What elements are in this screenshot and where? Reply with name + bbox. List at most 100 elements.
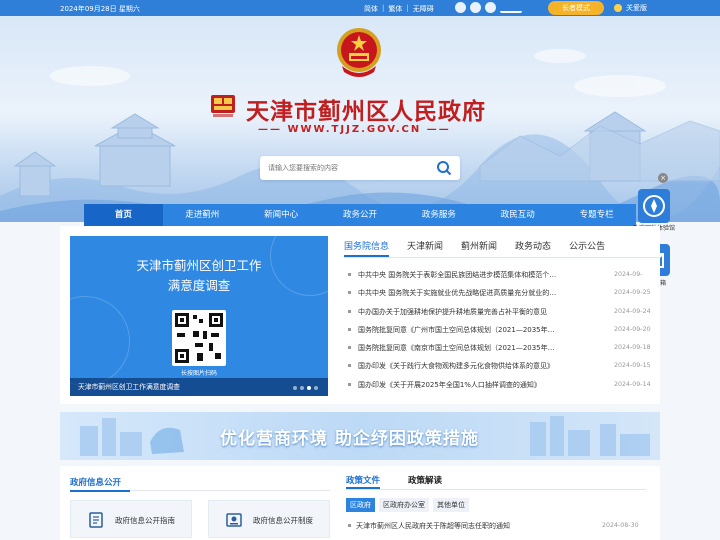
qr-tip: 长按图片扫码: [180, 370, 217, 377]
card-label: 政府信息公开指南: [115, 516, 175, 525]
list-item[interactable]: 中共中央 国务院关于实施就业优先战略促进高质量充分就业的… 2024-09-25: [344, 284, 660, 302]
badge-icon: [226, 513, 242, 527]
bullet: [348, 346, 351, 350]
info-disclosure-title[interactable]: 政府信息公开: [70, 476, 121, 488]
main-content: 天津市蓟州区创卫工作 满意度调查 长按图片扫码 天津市蓟州区创卫工作满意度调查: [60, 226, 660, 404]
list-item[interactable]: 国办印发《关于践行大食物观构建多元化食物供给体系的意见》 2024-09-15: [344, 357, 660, 375]
news-title[interactable]: 中共中央 国务院关于表彰全国民族团结进步模范集体和模范个…: [358, 270, 588, 280]
policy-subtabs: 区政府 区政府办公室 其他单位: [346, 498, 646, 512]
site-title: 天津市蓟州区人民政府: [246, 98, 486, 125]
tab-tianjin-news[interactable]: 天津新闻: [407, 236, 443, 257]
news-date: 2024-09-: [614, 271, 643, 278]
news-title[interactable]: 国务院批复同意《广州市国土空间总体规划（2021—2035年…: [358, 325, 588, 335]
qr-code-icon: [175, 313, 223, 363]
bullet: [348, 273, 351, 276]
tab-jizhou-news[interactable]: 蓟州新闻: [461, 236, 497, 257]
app-icon[interactable]: [485, 2, 496, 13]
accessibility-link[interactable]: 无障碍: [413, 4, 434, 14]
carousel-title-line1: 天津市蓟州区创卫工作: [136, 258, 262, 273]
list-item[interactable]: 国务院批复同意《南京市国土空间总体规划（2021—2035年… 2024-09-1…: [344, 339, 660, 357]
simplified-link[interactable]: 简体: [364, 4, 378, 14]
bullet: [348, 327, 351, 331]
tab-policy-interpretation[interactable]: 政策解读: [408, 472, 442, 489]
divider-accent: [70, 490, 130, 492]
disclosure-guide-card[interactable]: 政府信息公开指南: [70, 500, 192, 538]
subtab-district-office[interactable]: 区政府办公室: [379, 498, 429, 512]
language-links: 简体 | 繁体 | 无障碍: [364, 4, 434, 14]
carousel-dot-active[interactable]: [307, 386, 311, 390]
tab-gov-updates[interactable]: 政务动态: [515, 236, 551, 257]
lower-section: 政府信息公开 政府信息公开指南 政府信息公开制度 政策文件 政策解读 区政府 区…: [60, 466, 660, 540]
news-title[interactable]: 国办印发《关于开展2025年全国1%人口抽样调查的通知》: [358, 380, 588, 390]
list-item[interactable]: 中共中央 国务院关于表彰全国民族团结进步模范集体和模范个… 2024-09-: [344, 266, 660, 284]
news-date: 2024-09-25: [614, 289, 651, 297]
wechat-icon[interactable]: [470, 2, 481, 13]
news-title[interactable]: 国务院批复同意《南京市国土空间总体规划（2021—2035年…: [358, 343, 588, 353]
nav-item-topics[interactable]: 专题专栏: [557, 204, 636, 226]
nav-item-home[interactable]: 首页: [84, 204, 163, 226]
policy-title[interactable]: 天津市蓟州区人民政府关于陈超等同志任职的通知: [356, 521, 510, 531]
list-item[interactable]: 国办印发《关于开展2025年全国1%人口抽样调查的通知》 2024-09-14: [344, 376, 660, 394]
carousel-dots: [293, 386, 318, 390]
news-date: 2024-09-15: [614, 362, 651, 370]
divider: |: [406, 4, 409, 12]
news-panel: 国务院信息 天津新闻 蓟州新闻 政务动态 公示公告 中共中央 国务院关于表彰全国…: [344, 236, 660, 394]
traditional-link[interactable]: 繁体: [388, 4, 402, 14]
carousel-dot[interactable]: [314, 386, 318, 390]
list-item[interactable]: 中办国办关于加强耕地保护提升耕地质量完善占补平衡的意见 2024-09-24: [344, 303, 660, 321]
tab-announcements[interactable]: 公示公告: [569, 236, 605, 257]
search-input[interactable]: [268, 161, 428, 175]
care-version-link[interactable]: 关爱版: [614, 1, 647, 15]
news-title[interactable]: 国办印发《关于践行大食物观构建多元化食物供给体系的意见》: [358, 361, 588, 371]
subtab-other-units[interactable]: 其他单位: [433, 498, 469, 512]
carousel-caption[interactable]: 天津市蓟州区创卫工作满意度调查: [70, 378, 328, 396]
bullet: [348, 382, 351, 386]
bullet: [348, 291, 351, 295]
social-icons: [455, 2, 522, 13]
bullet: [348, 364, 351, 368]
nav-item-about[interactable]: 走进蓟州: [163, 204, 242, 226]
news-title[interactable]: 中共中央 国务院关于实施就业优先战略促进高质量充分就业的…: [358, 288, 588, 298]
bullet: [348, 524, 351, 527]
site-url: —— WWW.TJJZ.GOV.CN ——: [258, 124, 451, 135]
list-item[interactable]: 国务院批复同意《广州市国土空间总体规划（2021—2035年… 2024-09-2…: [344, 321, 660, 339]
carousel-dot[interactable]: [300, 386, 304, 390]
news-date: 2024-09-24: [614, 307, 651, 315]
subtab-district-gov[interactable]: 区政府: [346, 498, 375, 512]
news-date: 2024-09-18: [614, 344, 651, 352]
nav-item-disclosure[interactable]: 政务公开: [321, 204, 400, 226]
search-icon[interactable]: [436, 160, 452, 176]
weibo-icon[interactable]: [455, 2, 466, 13]
nav-item-interaction[interactable]: 政民互动: [478, 204, 557, 226]
news-title[interactable]: 中办国办关于加强耕地保护提升耕地质量完善占补平衡的意见: [358, 307, 588, 317]
compass-icon: [643, 195, 665, 217]
main-nav: 首页 走进蓟州 新闻中心 政务公开 政务服务 政民互动 专题专栏: [84, 204, 636, 226]
experience-hall-widget[interactable]: × 政府网站体验馆: [633, 173, 675, 232]
news-date: 2024-09-14: [614, 380, 651, 388]
tab-state-council[interactable]: 国务院信息: [344, 236, 390, 257]
nav-item-news[interactable]: 新闻中心: [242, 204, 321, 226]
policy-panel: 政策文件 政策解读 区政府 区政府办公室 其他单位 天津市蓟州区人民政府关于陈超…: [346, 472, 646, 534]
business-environment-banner[interactable]: 优化营商环境 助企纾困政策措施: [60, 412, 660, 460]
carousel-title-line2: 满意度调查: [167, 278, 231, 293]
news-list: 中共中央 国务院关于表彰全国民族团结进步模范集体和模范个… 2024-09- 中共…: [344, 266, 660, 394]
list-item[interactable]: 天津市蓟州区人民政府关于陈超等同志任职的通知 2024-08-30: [346, 518, 646, 534]
divider: [70, 490, 330, 492]
disclosure-system-card[interactable]: 政府信息公开制度: [208, 500, 330, 538]
close-icon[interactable]: ×: [658, 173, 668, 183]
document-icon: [89, 512, 103, 528]
temple-icon: [500, 2, 522, 13]
search-box: [260, 156, 460, 180]
news-date: 2024-09-20: [614, 325, 651, 333]
national-emblem-icon: [337, 28, 381, 77]
elder-mode-button[interactable]: 长者模式: [548, 1, 604, 15]
decoration: [70, 296, 130, 386]
promo-text: 优化营商环境 助企纾困政策措施: [220, 429, 479, 449]
carousel[interactable]: 天津市蓟州区创卫工作 满意度调查 长按图片扫码 天津市蓟州区创卫工作满意度调查: [70, 236, 328, 396]
divider: |: [382, 4, 385, 12]
qr-code: [172, 310, 226, 366]
nav-item-services[interactable]: 政务服务: [399, 204, 478, 226]
bullet: [348, 309, 351, 313]
carousel-dot[interactable]: [293, 386, 297, 390]
tab-policy-documents[interactable]: 政策文件: [346, 472, 381, 489]
